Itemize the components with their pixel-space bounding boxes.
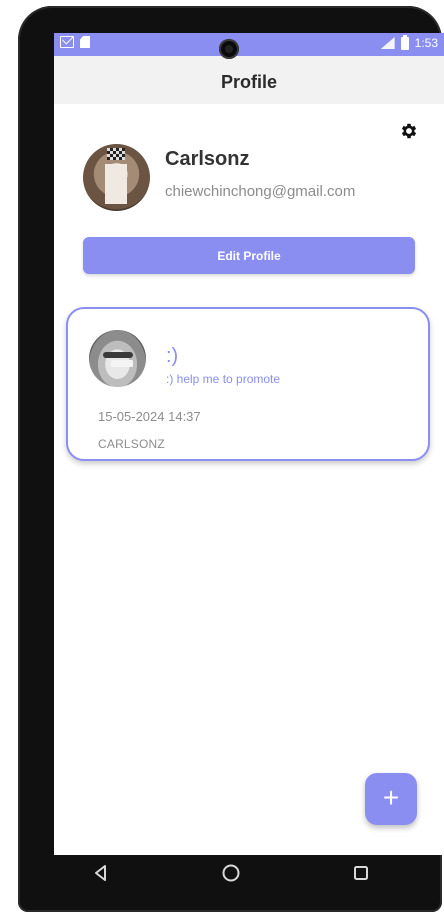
edit-profile-button[interactable]: Edit Profile (83, 237, 415, 274)
post-thumbnail (89, 330, 146, 387)
screen: 1:53 Profile Carlsonz chiewchinchong@gma… (54, 33, 444, 855)
device-frame: 1:53 Profile Carlsonz chiewchinchong@gma… (18, 6, 444, 912)
gear-icon (401, 123, 417, 139)
status-time: 1:53 (414, 36, 438, 50)
profile-email: chiewchinchong@gmail.com (165, 183, 356, 200)
status-left (60, 36, 90, 48)
add-post-button[interactable]: + (365, 773, 417, 825)
camera-cutout (219, 39, 239, 59)
home-button[interactable] (216, 858, 246, 888)
status-bar: 1:53 (54, 33, 444, 56)
edit-profile-label: Edit Profile (217, 248, 281, 263)
status-right: 1:53 (380, 34, 438, 50)
page-title: Profile (220, 71, 277, 92)
home-icon (222, 864, 240, 882)
navigation-bar (36, 849, 426, 897)
post-card[interactable]: :) :) help me to promote 15-05-2024 14:3… (66, 307, 430, 461)
app-bar: Profile (54, 56, 444, 104)
profile-name: Carlsonz (165, 148, 250, 170)
avatar (83, 144, 150, 211)
recents-button[interactable] (346, 858, 376, 888)
add-icon: + (382, 782, 400, 813)
post-datetime: 15-05-2024 14:37 (98, 409, 201, 424)
settings-button[interactable] (398, 120, 420, 142)
mail-icon (60, 36, 74, 48)
post-author: CARLSONZ (98, 437, 165, 451)
post-title: :) (166, 345, 179, 367)
battery-icon (400, 34, 409, 50)
back-icon (95, 865, 106, 881)
sd-card-icon (80, 36, 90, 48)
back-button[interactable] (86, 858, 116, 888)
recents-icon (354, 866, 368, 880)
post-subtitle: :) help me to promote (166, 372, 281, 386)
signal-icon (380, 37, 395, 49)
